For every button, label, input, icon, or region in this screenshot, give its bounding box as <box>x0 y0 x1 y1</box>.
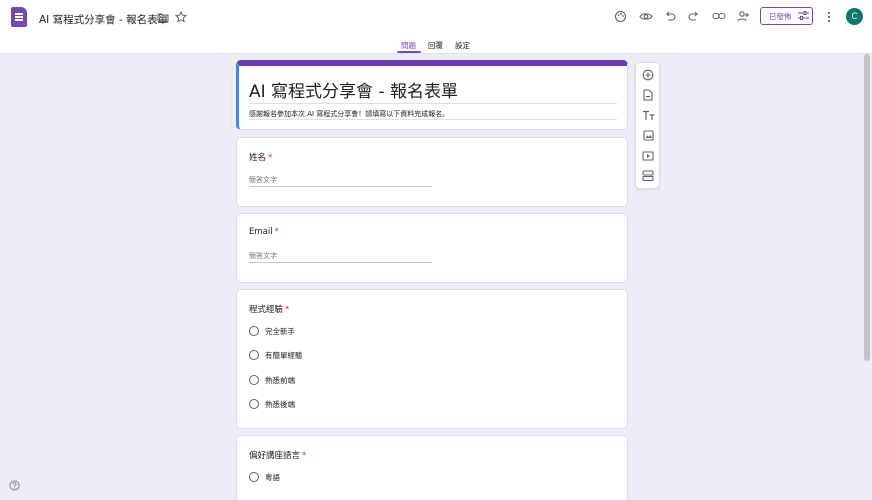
option-label: 完全新手 <box>265 326 295 336</box>
forms-logo-icon[interactable] <box>11 7 27 27</box>
required-mark: * <box>268 153 273 163</box>
tab-bar: 問題 回覆 設定 <box>0 38 872 54</box>
form-description[interactable]: 感謝報名參加本次 AI 寫程式分享會！請填寫以下資料完成報名。 <box>249 109 449 119</box>
question-card-experience[interactable]: 程式經驗 * 完全新手 有簡單經驗 熟悉前端 熟悉後端 <box>236 289 628 429</box>
question-label: 偏好講座語言 * <box>249 451 307 461</box>
undo-icon[interactable] <box>664 11 676 22</box>
tab-questions[interactable]: 問題 <box>401 40 416 51</box>
palette-icon[interactable] <box>614 10 627 23</box>
option-label: 熟悉後端 <box>265 399 295 409</box>
divider <box>0 53 872 54</box>
import-questions-icon[interactable] <box>643 89 653 101</box>
avatar[interactable]: C <box>846 8 863 25</box>
option-label: 粵語 <box>265 472 280 482</box>
radio-button[interactable] <box>249 472 259 482</box>
side-toolbar <box>635 62 660 189</box>
add-video-icon[interactable] <box>642 151 654 161</box>
divider <box>249 103 617 104</box>
link-icon[interactable] <box>712 11 726 21</box>
publish-label: 已發佈 <box>769 11 792 21</box>
tab-settings[interactable]: 設定 <box>455 40 470 51</box>
required-mark: * <box>285 305 290 315</box>
option-label: 熟悉前端 <box>265 375 295 385</box>
short-answer-field: 簡答文字 <box>249 251 432 263</box>
add-collaborator-icon[interactable] <box>736 10 750 22</box>
redo-icon[interactable] <box>688 11 700 22</box>
radio-button[interactable] <box>249 326 259 336</box>
add-image-icon[interactable] <box>643 130 654 141</box>
add-question-icon[interactable] <box>642 69 654 81</box>
radio-option[interactable]: 熟悉後端 <box>249 398 295 410</box>
question-card-name[interactable]: 姓名 * 簡答文字 <box>236 137 628 207</box>
publish-button[interactable]: 已發佈 <box>760 7 813 25</box>
form-header-card[interactable]: AI 寫程式分享會 - 報名表單 感謝報名參加本次 AI 寫程式分享會！請填寫以… <box>236 60 628 130</box>
radio-option[interactable]: 完全新手 <box>249 325 295 337</box>
required-mark: * <box>274 227 279 237</box>
folder-icon[interactable] <box>157 12 169 23</box>
question-label: 程式經驗 * <box>249 305 290 315</box>
add-section-icon[interactable] <box>642 170 654 181</box>
add-title-icon[interactable] <box>642 110 655 121</box>
help-icon[interactable] <box>9 480 20 491</box>
form-title[interactable]: AI 寫程式分享會 - 報名表單 <box>249 77 458 102</box>
question-label: 姓名 * <box>249 153 273 163</box>
document-title[interactable]: AI 寫程式分享會 - 報名表單 <box>39 12 168 27</box>
divider <box>249 119 617 120</box>
top-bar: AI 寫程式分享會 - 報名表單 已發佈 C 問題 回覆 設定 <box>0 0 872 54</box>
radio-option[interactable]: 有簡單經驗 <box>249 349 303 361</box>
radio-button[interactable] <box>249 350 259 360</box>
radio-option[interactable]: 熟悉前端 <box>249 374 295 386</box>
question-card-email[interactable]: Email * 簡答文字 <box>236 213 628 283</box>
settings-sliders-icon <box>797 10 809 22</box>
required-mark: * <box>302 451 307 461</box>
more-vert-icon[interactable] <box>826 11 832 23</box>
star-icon[interactable] <box>175 11 187 23</box>
radio-button[interactable] <box>249 399 259 409</box>
radio-button[interactable] <box>249 375 259 385</box>
radio-option[interactable]: 粵語 <box>249 471 280 483</box>
tab-responses[interactable]: 回覆 <box>428 40 443 51</box>
preview-eye-icon[interactable] <box>639 11 653 22</box>
short-answer-field: 簡答文字 <box>249 175 432 187</box>
question-card-language[interactable]: 偏好講座語言 * 粵語 <box>236 435 628 500</box>
question-label: Email * <box>249 227 279 237</box>
scrollbar[interactable] <box>864 54 870 361</box>
option-label: 有簡單經驗 <box>265 350 303 360</box>
